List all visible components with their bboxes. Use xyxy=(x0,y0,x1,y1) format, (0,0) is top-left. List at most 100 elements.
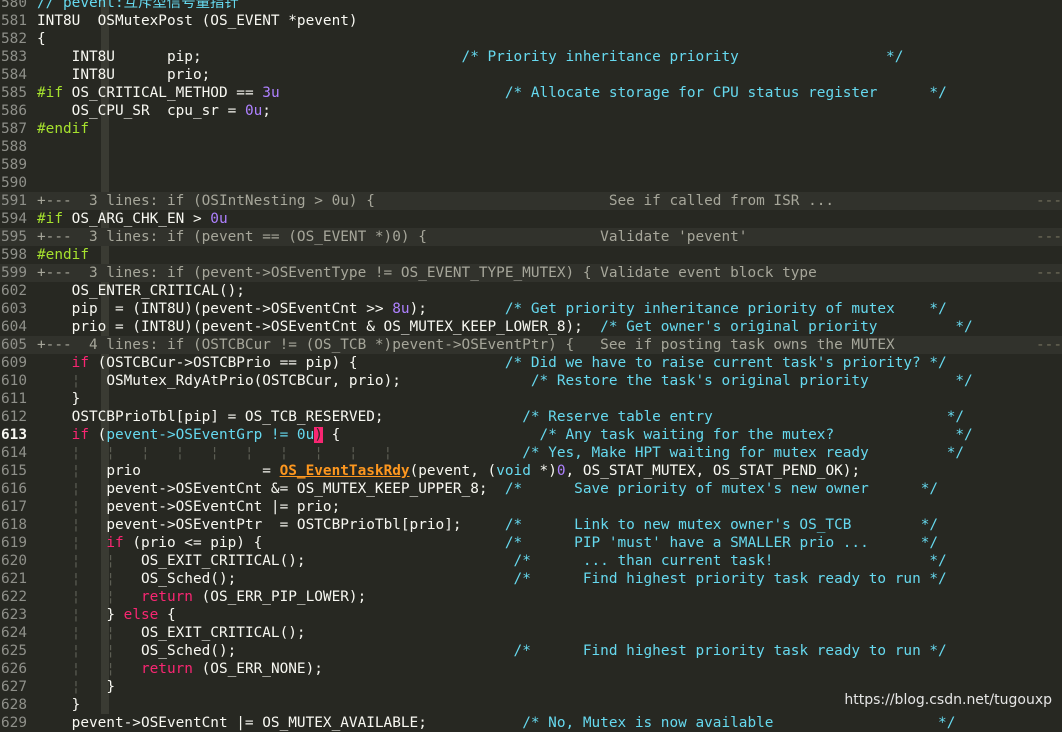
line-text: +--- 4 lines: if (OSTCBCur != (OS_TCB *)… xyxy=(37,336,895,354)
code-line[interactable]: 615 ¦ prio = OS_EventTaskRdy(pevent, (vo… xyxy=(0,462,1062,480)
code-token: ¦ ¦ xyxy=(71,553,115,569)
code-line[interactable]: 620 ¦ ¦ OS_EXIT_CRITICAL(); /* ... than … xyxy=(0,552,1062,570)
line-text: pip = (INT8U)(pevent->OSEventCnt >> 8u);… xyxy=(37,300,947,318)
line-number: 617 xyxy=(1,499,27,515)
line-number: 590 xyxy=(1,175,27,191)
code-line[interactable]: 604 prio = (INT8U)(pevent->OSEventCnt & … xyxy=(0,318,1062,336)
code-line[interactable]: 609 if (OSTCBCur->OSTCBPrio == pip) { /*… xyxy=(0,354,1062,372)
comment-token: /* Get priority inheritance priority of … xyxy=(504,301,947,317)
line-text: } xyxy=(37,390,81,408)
line-text: INT8U OSMutexPost (OS_EVENT *pevent) xyxy=(37,12,358,30)
code-line[interactable]: 590 xyxy=(0,174,1062,192)
code-line[interactable]: 580 // pevent:互斥型信号量指针 xyxy=(0,0,1062,12)
line-text: prio = (INT8U)(pevent->OSEventCnt & OS_M… xyxy=(37,318,973,336)
code-token: 3u xyxy=(262,85,280,101)
line-number: 583 xyxy=(1,49,27,65)
code-lines: 580 // pevent:互斥型信号量指针 581 INT8U OSMutexPos… xyxy=(0,0,1062,732)
line-text: ¦ ¦ OS_EXIT_CRITICAL(); /* ... than curr… xyxy=(37,552,947,570)
fold-line[interactable]: 605 +--- 4 lines: if (OSTCBCur != (OS_TCB… xyxy=(0,336,1062,354)
code-token: +--- 3 lines: if (OSIntNesting > 0u) { S… xyxy=(37,193,835,209)
code-line[interactable]: 611 } xyxy=(0,390,1062,408)
code-token: (OS_ERR_PIP_LOWER); xyxy=(192,589,367,605)
code-line[interactable]: 585 #if OS_CRITICAL_METHOD == 3u /* Alloc… xyxy=(0,84,1062,102)
code-line[interactable]: 587 #endif xyxy=(0,120,1062,138)
code-line[interactable]: 626 ¦ ¦ return (OS_ERR_NONE); xyxy=(0,660,1062,678)
keyword-token: if xyxy=(71,355,89,371)
code-line[interactable]: 598 #endif xyxy=(0,246,1062,264)
line-number: 587 xyxy=(1,121,27,137)
line-text: ¦ ¦ return (OS_ERR_PIP_LOWER); xyxy=(37,588,367,606)
line-number: 616 xyxy=(1,481,27,497)
code-line[interactable]: 622 ¦ ¦ return (OS_ERR_PIP_LOWER); xyxy=(0,588,1062,606)
line-number: 620 xyxy=(1,553,27,569)
line-number: 615 xyxy=(1,463,27,479)
comment-token: /* Reserve table entry */ xyxy=(522,409,965,425)
fold-line[interactable]: 599 +--- 3 lines: if (pevent->OSEventType… xyxy=(0,264,1062,282)
line-text: ¦ if (prio <= pip) { /* PIP 'must' have … xyxy=(37,534,938,552)
line-number: 588 xyxy=(1,139,27,155)
line-text: INT8U prio; xyxy=(37,66,211,84)
code-line[interactable]: 621 ¦ ¦ OS_Sched(); /* Find highest prio… xyxy=(0,570,1062,588)
code-line[interactable]: 619 ¦ if (prio <= pip) { /* PIP 'must' h… xyxy=(0,534,1062,552)
comment-token: /* No, Mutex is now available */ xyxy=(522,715,956,731)
line-text: if (pevent->OSEventGrp != 0u) { /* Any t… xyxy=(37,426,973,444)
code-token: OS_ARG_CHK_EN > xyxy=(63,211,211,227)
line-text: OS_ENTER_CRITICAL(); xyxy=(37,282,245,300)
code-line[interactable]: 586 OS_CPU_SR cpu_sr = 0u; xyxy=(0,102,1062,120)
line-text: ¦ ¦ OS_EXIT_CRITICAL(); xyxy=(37,624,306,642)
code-line[interactable]: 581 INT8U OSMutexPost (OS_EVENT *pevent) xyxy=(0,12,1062,30)
code-line[interactable]: 584 INT8U prio; xyxy=(0,66,1062,84)
code-line[interactable]: 612 OSTCBPrioTbl[pip] = OS_TCB_RESERVED;… xyxy=(0,408,1062,426)
code-line[interactable]: 602 OS_ENTER_CRITICAL(); xyxy=(0,282,1062,300)
code-token: OS_EXIT_CRITICAL(); xyxy=(114,625,306,641)
code-token: OS_CPU_SR cpu_sr = xyxy=(37,103,245,119)
line-text: INT8U pip; /* Priority inheritance prior… xyxy=(37,48,904,66)
code-token: prio = xyxy=(80,463,280,479)
line-number: 586 xyxy=(1,103,27,119)
code-token: OSMutex_RdyAtPrio(OSTCBCur, prio); xyxy=(80,373,531,389)
fold-line[interactable]: 591 +--- 3 lines: if (OSIntNesting > 0u) … xyxy=(0,192,1062,210)
watermark: https://blog.csdn.net/tugouxp xyxy=(844,692,1052,708)
fold-filler: --- xyxy=(1036,229,1062,245)
comment-token: // pevent:互斥型信号量指针 xyxy=(37,0,239,11)
line-text: OS_CPU_SR cpu_sr = 0u; xyxy=(37,102,271,120)
cursor-line[interactable]: 613 if (pevent->OSEventGrp != 0u) { /* A… xyxy=(0,426,1062,444)
code-line[interactable]: 618 ¦ pevent->OSEventPtr = OSTCBPrioTbl[… xyxy=(0,516,1062,534)
code-line[interactable]: 610 ¦ OSMutex_RdyAtPrio(OSTCBCur, prio);… xyxy=(0,372,1062,390)
code-line[interactable]: 589 xyxy=(0,156,1062,174)
line-number: 621 xyxy=(1,571,27,587)
line-number: 594 xyxy=(1,211,27,227)
code-token: INT8U prio; xyxy=(37,67,211,83)
code-line[interactable]: 617 ¦ pevent->OSEventCnt |= prio; xyxy=(0,498,1062,516)
code-line[interactable]: 623 ¦ } else { xyxy=(0,606,1062,624)
code-editor[interactable]: 580 // pevent:互斥型信号量指针 581 INT8U OSMutexPos… xyxy=(0,0,1062,732)
fold-filler: --- xyxy=(1036,193,1062,209)
code-line[interactable]: 582 { xyxy=(0,30,1062,48)
code-line[interactable]: 603 pip = (INT8U)(pevent->OSEventCnt >> … xyxy=(0,300,1062,318)
code-token: (pevent, ( xyxy=(409,463,497,479)
fold-line[interactable]: 595 +--- 3 lines: if (pevent == (OS_EVENT… xyxy=(0,228,1062,246)
code-line[interactable]: 588 xyxy=(0,138,1062,156)
line-number: 602 xyxy=(1,283,27,299)
code-line[interactable]: 594 #if OS_ARG_CHK_EN > 0u xyxy=(0,210,1062,228)
code-line[interactable]: 614 ¦ ¦ ¦ ¦ ¦ ¦ ¦ ¦ ¦ ¦ /* Yes, Make HPT… xyxy=(0,444,1062,462)
code-token: OSTCBPrioTbl[pip] = OS_TCB_RESERVED; xyxy=(37,409,523,425)
code-token: #if xyxy=(37,85,63,101)
code-line[interactable]: 624 ¦ ¦ OS_EXIT_CRITICAL(); xyxy=(0,624,1062,642)
code-line[interactable]: 629 pevent->OSEventCnt |= OS_MUTEX_AVAIL… xyxy=(0,714,1062,732)
code-line[interactable]: 625 ¦ ¦ OS_Sched(); /* Find highest prio… xyxy=(0,642,1062,660)
line-text: } xyxy=(37,696,81,714)
comment-token: /* Restore the task's original priority … xyxy=(530,373,973,389)
code-line[interactable]: 583 INT8U pip; /* Priority inheritance p… xyxy=(0,48,1062,66)
line-number: 595 xyxy=(1,229,27,245)
line-text: #endif xyxy=(37,246,89,264)
code-line[interactable]: 616 ¦ pevent->OSEventCnt &= OS_MUTEX_KEE… xyxy=(0,480,1062,498)
line-text: #if OS_CRITICAL_METHOD == 3u /* Allocate… xyxy=(37,84,947,102)
line-number: 589 xyxy=(1,157,27,173)
code-token: } xyxy=(80,607,124,623)
